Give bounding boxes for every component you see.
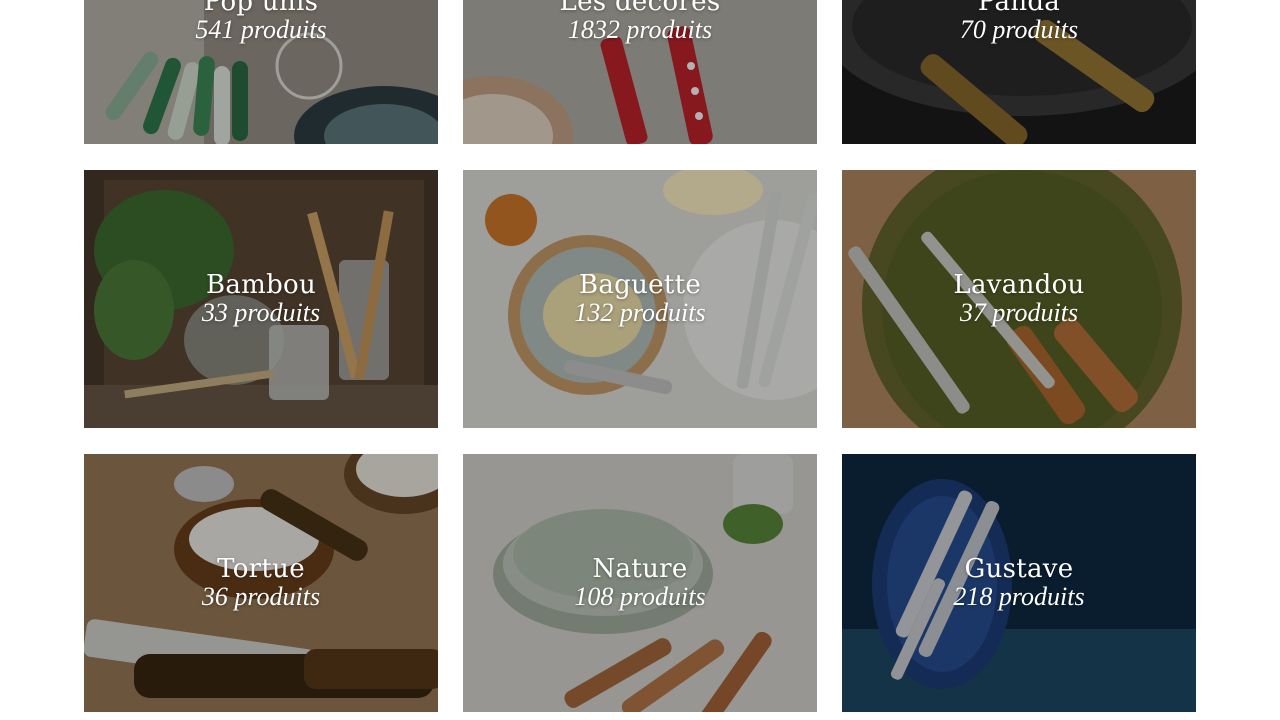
collection-name: Gustave [964, 554, 1074, 584]
collection-name: Tortue [217, 554, 305, 584]
collection-label: Nature 108 produits [463, 555, 817, 611]
collection-card-lavandou[interactable]: Lavandou 37 produits [842, 170, 1196, 428]
collection-card-bambou[interactable]: Bambou 33 produits [84, 170, 438, 428]
collection-label: Gustave 218 produits [842, 555, 1196, 611]
collection-label: Panda 70 produits [842, 0, 1196, 44]
collection-name: Lavandou [953, 270, 1085, 300]
collection-name: Panda [977, 0, 1061, 17]
collection-count: 37 produits [959, 298, 1079, 327]
collection-count: 70 produits [959, 15, 1079, 44]
collection-name: Nature [592, 554, 688, 584]
collection-name: Les décorés [559, 0, 721, 17]
collection-count: 108 produits [574, 582, 706, 611]
collection-card-nature[interactable]: Nature 108 produits [463, 454, 817, 712]
collection-name: Baguette [578, 270, 702, 300]
collection-label: Bambou 33 produits [84, 271, 438, 327]
collection-card-tortue[interactable]: Tortue 36 produits [84, 454, 438, 712]
collection-label: Baguette 132 produits [463, 271, 817, 327]
collection-name: Bambou [205, 270, 317, 300]
collection-name: Pop unis [203, 0, 319, 17]
collection-count: 132 produits [574, 298, 706, 327]
collection-label: Les décorés 1832 produits [463, 0, 817, 44]
collection-card-baguette[interactable]: Baguette 132 produits [463, 170, 817, 428]
collection-card-les-decores[interactable]: Les décorés 1832 produits [463, 0, 817, 144]
collection-card-gustave[interactable]: Gustave 218 produits [842, 454, 1196, 712]
collection-card-panda[interactable]: Panda 70 produits [842, 0, 1196, 144]
collection-card-pop-unis[interactable]: Pop unis 541 produits [84, 0, 438, 144]
collection-count: 541 produits [195, 15, 327, 44]
collection-label: Pop unis 541 produits [84, 0, 438, 44]
collection-count: 36 produits [201, 582, 321, 611]
collection-label: Tortue 36 produits [84, 555, 438, 611]
collection-grid: Pop unis 541 produits Les décorés 1832 p… [0, 0, 1280, 720]
collection-count: 1832 produits [567, 15, 713, 44]
collection-label: Lavandou 37 produits [842, 271, 1196, 327]
collection-count: 218 produits [953, 582, 1085, 611]
collection-count: 33 produits [201, 298, 321, 327]
